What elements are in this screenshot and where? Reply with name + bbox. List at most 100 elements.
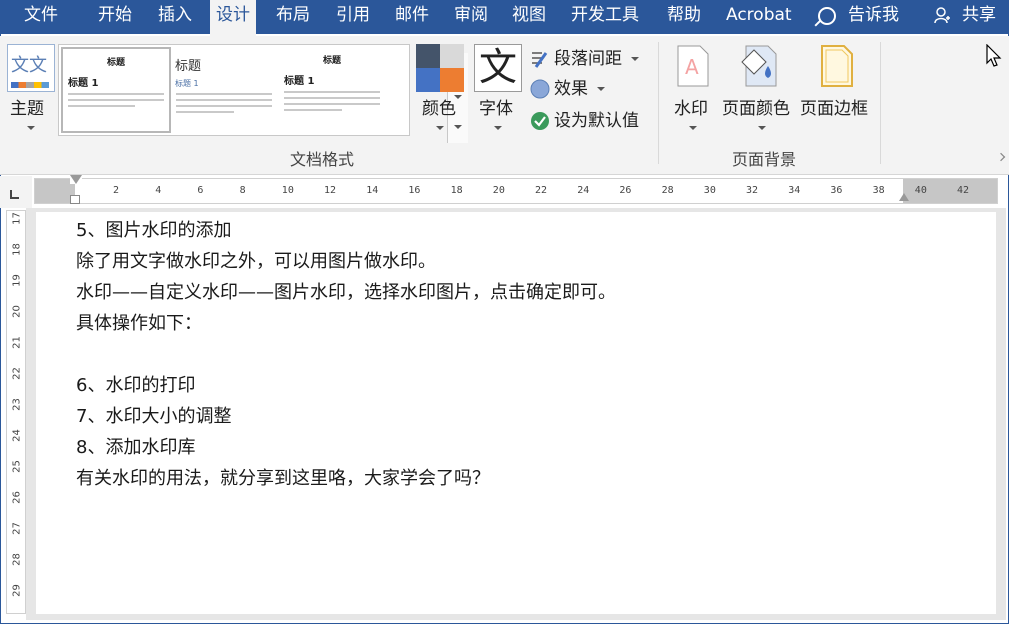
ruler-tick-label: 27 bbox=[11, 522, 23, 535]
style-title1: 标题 1 bbox=[175, 79, 199, 88]
fonts-dropdown-icon[interactable] bbox=[494, 126, 502, 130]
ruler-tick-label: 22 bbox=[11, 367, 23, 380]
set-as-default-label: 设为默认值 bbox=[554, 111, 639, 131]
ruler-tick-label: 20 bbox=[11, 305, 23, 318]
ruler-tick-label: 25 bbox=[11, 460, 23, 473]
effects-icon bbox=[530, 79, 550, 99]
right-indent-marker[interactable] bbox=[899, 193, 909, 201]
gallery-more-icon[interactable] bbox=[454, 125, 462, 129]
document-paragraph[interactable]: 6、水印的打印 bbox=[76, 371, 195, 397]
group-separator bbox=[880, 42, 881, 164]
document-paragraph[interactable]: 水印——自定义水印——图片水印，选择水印图片，点击确定即可。 bbox=[76, 278, 616, 304]
ruler-tick-label: 17 bbox=[11, 212, 23, 225]
ruler-tick-label: 36 bbox=[830, 185, 843, 196]
style-heading: 标题 bbox=[175, 59, 202, 74]
tab-review[interactable]: 审阅 bbox=[452, 0, 490, 34]
themes-dropdown-icon[interactable] bbox=[27, 126, 35, 130]
ruler-tick-label: 34 bbox=[788, 185, 801, 196]
share-button[interactable]: 共享 bbox=[960, 0, 998, 34]
vertical-ruler[interactable]: 17 18 19 20 21 22 23 24 25 26 27 28 29 bbox=[6, 210, 26, 614]
tab-design[interactable]: 设计 bbox=[210, 0, 256, 36]
effects-dropdown-icon bbox=[597, 87, 606, 91]
horizontal-ruler[interactable]: 2 4 6 8 10 12 14 16 18 20 22 24 26 28 30 32 34 36 38 40 42 bbox=[34, 175, 998, 204]
style-set-item[interactable]: 标题 标题 1 bbox=[279, 47, 385, 129]
ruler-tick-label: 24 bbox=[577, 185, 590, 196]
document-paragraph[interactable]: 有关水印的用法，就分享到这里咯，大家学会了吗？ bbox=[76, 464, 490, 490]
document-paragraph[interactable]: 除了用文字做水印之外，可以用图片做水印。 bbox=[76, 247, 436, 273]
tab-selector[interactable] bbox=[0, 176, 32, 208]
menu-bar: 文件 开始 插入 设计 布局 引用 邮件 审阅 视图 开发工具 帮助 Acrob… bbox=[0, 0, 1009, 36]
fonts-icon[interactable]: 文 bbox=[474, 44, 522, 92]
ruler-tick-label: 40 bbox=[914, 185, 927, 196]
style-title1: 标题 1 bbox=[68, 78, 99, 89]
ruler-tick-label: 8 bbox=[239, 185, 246, 196]
ruler-tick-label: 2 bbox=[113, 185, 120, 196]
ribbon: 文文 主题 标题 标题 1 标题 标题 1 标题 标题 1 颜色 文 字体 段落… bbox=[0, 36, 1009, 175]
themes-button-label[interactable]: 主题 bbox=[10, 94, 44, 119]
ruler-tick-label: 18 bbox=[450, 185, 463, 196]
colors-dropdown-icon[interactable] bbox=[436, 126, 444, 130]
style-set-gallery[interactable]: 标题 标题 1 标题 标题 1 标题 标题 1 bbox=[58, 44, 468, 143]
svg-text:A: A bbox=[685, 55, 699, 79]
ruler-tick-label: 24 bbox=[11, 429, 23, 442]
colors-icon[interactable] bbox=[416, 44, 464, 92]
watermark-button-label[interactable]: 水印 bbox=[674, 94, 708, 119]
tab-home[interactable]: 开始 bbox=[96, 0, 134, 34]
ruler-tick-label: 28 bbox=[11, 553, 23, 566]
ruler-tick-label: 10 bbox=[281, 185, 294, 196]
tab-help[interactable]: 帮助 bbox=[665, 0, 703, 34]
ruler-tick-label: 23 bbox=[11, 398, 23, 411]
mouse-pointer-icon bbox=[986, 44, 1002, 67]
page-borders-icon[interactable] bbox=[820, 44, 854, 88]
tab-insert[interactable]: 插入 bbox=[156, 0, 194, 34]
set-as-default-button[interactable]: 设为默认值 bbox=[530, 106, 639, 132]
watermark-icon[interactable]: A bbox=[676, 44, 710, 88]
tab-mailings[interactable]: 邮件 bbox=[393, 0, 431, 34]
page-borders-button-label[interactable]: 页面边框 bbox=[800, 94, 868, 119]
page-color-dropdown-icon[interactable] bbox=[758, 126, 766, 130]
paragraph-spacing-button[interactable]: 段落间距 bbox=[530, 44, 640, 70]
ruler-tick-label: 19 bbox=[11, 274, 23, 287]
style-set-item[interactable]: 标题 标题 1 bbox=[61, 47, 171, 133]
ruler-tick-label: 14 bbox=[366, 185, 379, 196]
search-icon[interactable] bbox=[818, 7, 836, 25]
themes-icon[interactable]: 文文 bbox=[7, 44, 55, 92]
user-share-icon[interactable] bbox=[934, 7, 950, 23]
themes-icon-text: 文文 bbox=[11, 55, 47, 76]
left-margin-area bbox=[35, 179, 75, 203]
paragraph-spacing-icon bbox=[530, 49, 550, 69]
colors-button-label[interactable]: 颜色 bbox=[422, 94, 456, 119]
document-paragraph[interactable]: 具体操作如下： bbox=[76, 309, 202, 335]
tab-layout[interactable]: 布局 bbox=[274, 0, 312, 34]
ruler-tick-label: 30 bbox=[703, 185, 716, 196]
style-set-item[interactable]: 标题 标题 1 bbox=[171, 47, 277, 129]
effects-button[interactable]: 效果 bbox=[530, 74, 606, 100]
first-line-indent-marker[interactable] bbox=[70, 175, 82, 184]
tab-file[interactable]: 文件 bbox=[22, 0, 60, 34]
document-paragraph[interactable]: 5、图片水印的添加 bbox=[76, 216, 231, 242]
tab-references[interactable]: 引用 bbox=[334, 0, 372, 34]
ruler-tick-label: 6 bbox=[197, 185, 204, 196]
ruler-tick-label: 16 bbox=[408, 185, 421, 196]
tab-view[interactable]: 视图 bbox=[510, 0, 548, 34]
tell-me-box[interactable]: 告诉我 bbox=[846, 0, 901, 34]
document-paragraph[interactable]: 8、添加水印库 bbox=[76, 433, 195, 459]
tab-acrobat[interactable]: Acrobat bbox=[724, 0, 794, 34]
tab-developer[interactable]: 开发工具 bbox=[569, 0, 641, 34]
ruler-tick-label: 22 bbox=[535, 185, 548, 196]
ruler-tick-label: 29 bbox=[11, 584, 23, 597]
style-heading: 标题 bbox=[322, 56, 341, 66]
page-color-icon[interactable] bbox=[738, 42, 784, 88]
ruler-tick-label: 28 bbox=[661, 185, 674, 196]
left-tab-icon bbox=[10, 190, 19, 199]
watermark-dropdown-icon[interactable] bbox=[689, 126, 697, 130]
fonts-button-label[interactable]: 字体 bbox=[479, 94, 513, 119]
collapse-ribbon-icon[interactable] bbox=[996, 152, 1006, 162]
page-background-group-label: 页面背景 bbox=[732, 150, 797, 169]
paragraph-spacing-dropdown-icon bbox=[631, 57, 640, 61]
document-paragraph[interactable]: 7、水印大小的调整 bbox=[76, 402, 231, 428]
ruler-tick-label: 20 bbox=[492, 185, 505, 196]
check-icon bbox=[530, 111, 550, 131]
left-indent-marker[interactable] bbox=[70, 195, 80, 204]
page-color-button-label[interactable]: 页面颜色 bbox=[722, 94, 790, 119]
